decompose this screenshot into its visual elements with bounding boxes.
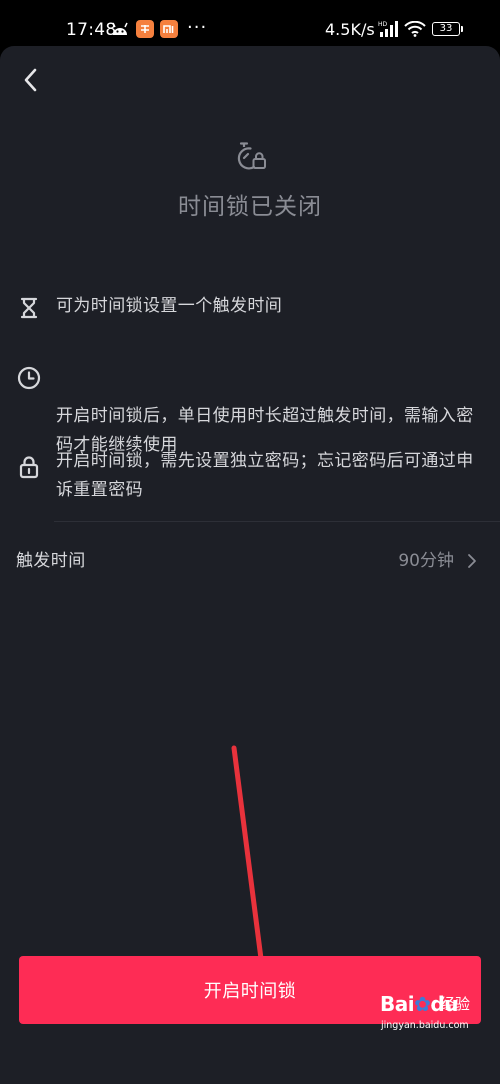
status-bar: 17:48 ··· 4.5K/s HD 33 (0, 0, 500, 46)
battery-icon: 33 (432, 22, 463, 36)
android-icon (112, 22, 128, 35)
trigger-time-row[interactable]: 触发时间 90分钟 (0, 534, 500, 588)
hourglass-icon (20, 297, 38, 319)
trigger-time-value: 90分钟 (398, 551, 454, 571)
chevron-right-icon (468, 554, 476, 568)
signal-icon: HD (378, 21, 398, 37)
info-text-3: 开启时间锁，需先设置独立密码；忘记密码后可通过申诉重置密码 (56, 451, 474, 500)
network-speed: 4.5K/s (325, 20, 375, 39)
mi-app-icon (160, 20, 178, 38)
lock-icon (19, 456, 39, 479)
taobao-app-icon (136, 20, 154, 38)
time-lock-sheet: 时间锁已关闭 可为时间锁设置一个触发时间 开启时间锁后，单日使用时长超过触发时间… (0, 46, 500, 1084)
clock-icon (17, 366, 41, 390)
info-text-1: 可为时间锁设置一个触发时间 (56, 296, 283, 316)
more-notifications-icon: ··· (187, 17, 208, 38)
status-time: 17:48 (66, 20, 117, 40)
timer-lock-icon (237, 142, 266, 170)
back-button[interactable] (14, 62, 50, 98)
svg-text:HD: HD (378, 21, 388, 28)
page-title: 时间锁已关闭 (178, 194, 322, 220)
wifi-icon (404, 21, 426, 37)
trigger-time-label: 触发时间 (16, 551, 86, 571)
enable-time-lock-button[interactable]: 开启时间锁 (19, 956, 481, 1024)
divider (54, 521, 500, 522)
